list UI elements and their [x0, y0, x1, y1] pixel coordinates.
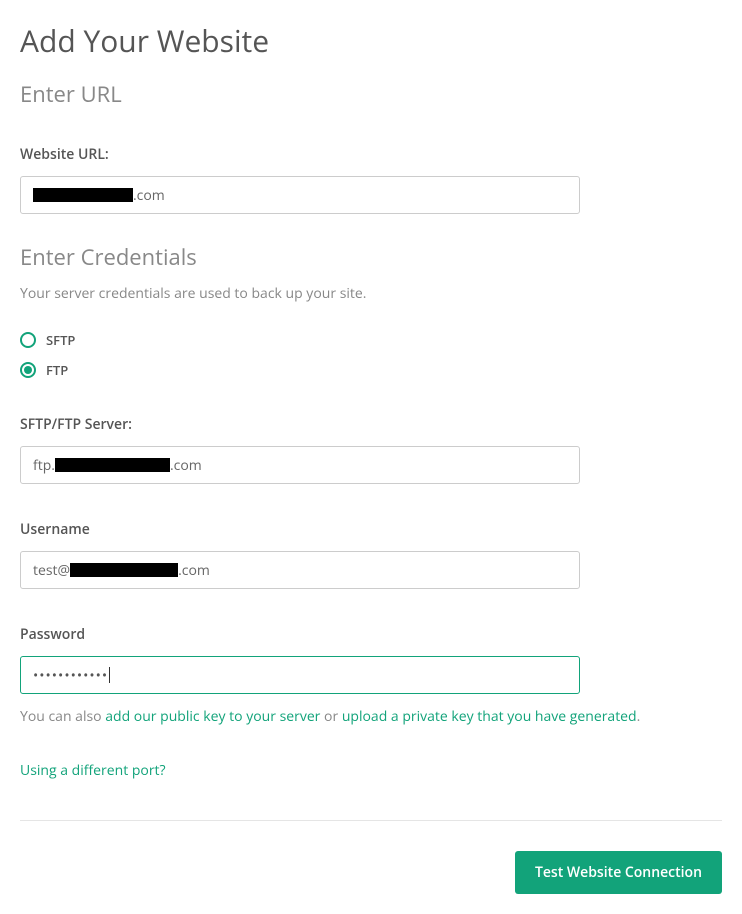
upload-private-key-link[interactable]: upload a private key that you have gener… [342, 707, 637, 726]
button-row: Test Website Connection [20, 851, 722, 894]
radio-sftp[interactable]: SFTP [20, 331, 722, 349]
password-input[interactable]: •••••••••••• [20, 656, 580, 694]
password-label: Password [20, 625, 722, 644]
server-input[interactable]: ftp. .com [20, 446, 580, 484]
password-field: Password •••••••••••• You can also add o… [20, 625, 722, 727]
website-url-suffix: .com [133, 186, 165, 205]
text-cursor-icon [109, 667, 110, 683]
username-field: Username test@ .com [20, 520, 722, 589]
radio-circle-icon [20, 362, 36, 378]
divider [20, 820, 722, 821]
protocol-radio-group: SFTP FTP [20, 331, 722, 379]
add-public-key-link[interactable]: add our public key to your server [105, 707, 320, 726]
server-value-prefix: ftp. [33, 456, 55, 475]
radio-circle-icon [20, 332, 36, 348]
different-port-link[interactable]: Using a different port? [20, 761, 166, 780]
credentials-section-title: Enter Credentials [20, 242, 722, 272]
help-text-prefix: You can also [20, 707, 105, 726]
redacted-block [55, 458, 170, 472]
radio-ftp[interactable]: FTP [20, 361, 722, 379]
redacted-block [33, 188, 133, 202]
website-url-input[interactable]: .com [20, 176, 580, 214]
radio-dot-icon [24, 366, 32, 374]
url-section-title: Enter URL [20, 79, 722, 109]
help-text-suffix: . [637, 707, 641, 726]
redacted-block [70, 563, 178, 577]
username-input[interactable]: test@ .com [20, 551, 580, 589]
test-connection-button[interactable]: Test Website Connection [515, 851, 722, 894]
server-field: SFTP/FTP Server: ftp. .com [20, 415, 722, 484]
username-value-prefix: test@ [33, 561, 70, 580]
website-url-label: Website URL: [20, 145, 722, 164]
radio-ftp-label: FTP [46, 361, 68, 379]
page-title: Add Your Website [20, 20, 722, 61]
username-value-suffix: .com [178, 561, 210, 580]
server-label: SFTP/FTP Server: [20, 415, 722, 434]
password-help-text: You can also add our public key to your … [20, 706, 722, 727]
password-value: •••••••••••• [33, 666, 108, 685]
help-text-mid: or [320, 707, 341, 726]
radio-sftp-label: SFTP [46, 331, 75, 349]
credentials-subtitle: Your server credentials are used to back… [20, 284, 722, 303]
website-url-field: Website URL: .com [20, 145, 722, 214]
username-label: Username [20, 520, 722, 539]
server-value-suffix: .com [170, 456, 202, 475]
